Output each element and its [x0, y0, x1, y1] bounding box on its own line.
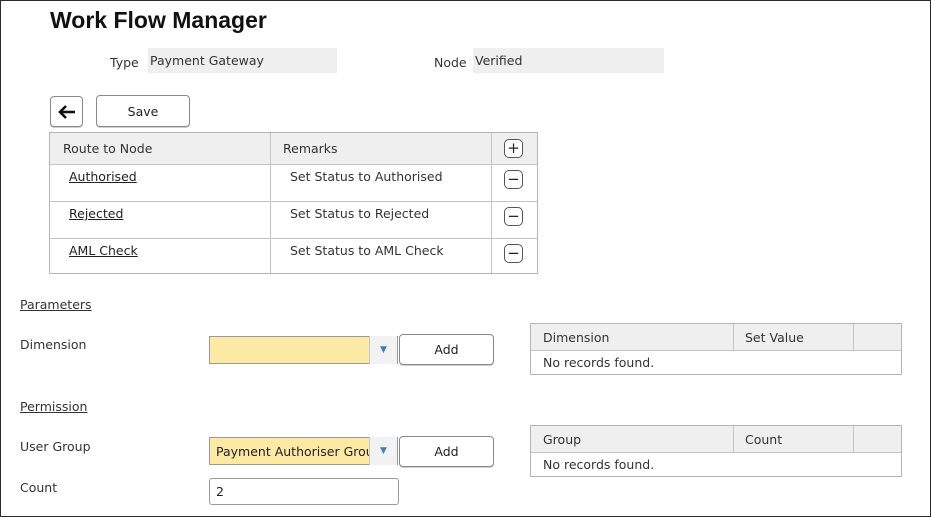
page-title: Work Flow Manager	[50, 7, 267, 33]
route-link-aml-check[interactable]: AML Check	[69, 243, 138, 258]
plus-icon: +	[507, 139, 520, 157]
route-link-authorised[interactable]: Authorised	[69, 169, 137, 184]
chevron-down-icon[interactable]: ▼	[369, 437, 397, 465]
remarks-column-header: Remarks	[283, 141, 338, 156]
node-field: Verified	[473, 48, 664, 73]
empty-message: No records found.	[543, 457, 655, 472]
route-remarks: Set Status to Authorised	[290, 169, 443, 184]
minus-icon: −	[507, 170, 520, 188]
route-column-header: Route to Node	[63, 141, 153, 156]
type-label: Type	[110, 55, 139, 70]
dimension-table: Dimension Set Value No records found.	[530, 323, 902, 375]
minus-icon: −	[507, 207, 520, 225]
dimension-column-header: Dimension	[543, 330, 610, 345]
group-table: Group Count No records found.	[530, 425, 902, 477]
count-label: Count	[20, 480, 58, 495]
minus-icon: −	[507, 244, 520, 262]
arrow-left-icon	[57, 104, 75, 119]
add-route-button[interactable]: +	[504, 139, 523, 158]
count-field[interactable]: 2	[209, 478, 399, 505]
user-group-dropdown[interactable]: Payment Authoriser Group ▼	[209, 437, 398, 465]
group-table-header	[531, 426, 901, 452]
route-remarks: Set Status to Rejected	[290, 206, 430, 221]
back-button[interactable]	[50, 96, 83, 127]
add-group-button[interactable]: Add	[399, 436, 494, 467]
type-field: Payment Gateway	[148, 48, 337, 73]
dimension-label: Dimension	[20, 337, 87, 352]
permission-section-title: Permission	[20, 399, 88, 414]
remove-route-button[interactable]: −	[504, 244, 523, 263]
node-label: Node	[434, 55, 467, 70]
save-button[interactable]: Save	[96, 95, 190, 127]
chevron-down-icon[interactable]: ▼	[369, 336, 397, 364]
remove-route-button[interactable]: −	[504, 207, 523, 226]
user-group-label: User Group	[20, 439, 91, 454]
parameters-section-title: Parameters	[20, 297, 92, 312]
routes-table: Route to Node Remarks + Authorised Set S…	[49, 132, 538, 274]
route-link-rejected[interactable]: Rejected	[69, 206, 123, 221]
group-column-header: Group	[543, 432, 582, 447]
route-remarks: Set Status to AML Check	[290, 243, 444, 258]
count-column-header: Count	[745, 432, 783, 447]
add-dimension-button[interactable]: Add	[399, 334, 494, 365]
remove-route-button[interactable]: −	[504, 170, 523, 189]
empty-message: No records found.	[543, 355, 655, 370]
set-value-column-header: Set Value	[745, 330, 804, 345]
user-group-dropdown-value: Payment Authoriser Group	[216, 444, 382, 459]
dimension-dropdown[interactable]: ▼	[209, 336, 398, 364]
window-frame: Work Flow Manager Type Payment Gateway N…	[0, 0, 931, 517]
